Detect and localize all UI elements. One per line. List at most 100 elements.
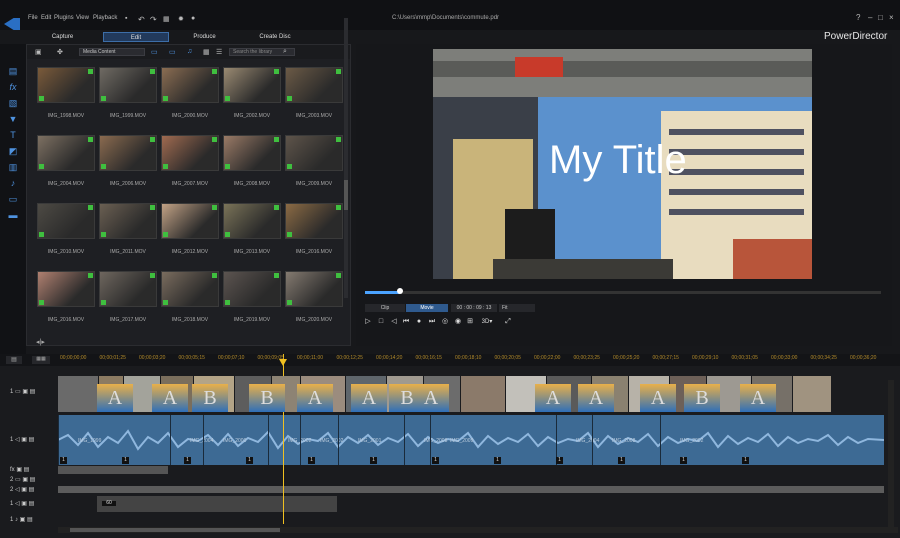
library-thumbnail[interactable] (223, 271, 281, 307)
library-thumbnail[interactable] (99, 203, 157, 239)
transition-tile[interactable]: A (578, 384, 614, 412)
3d-toggle[interactable]: 3D▾ (480, 318, 494, 326)
help-button[interactable]: ? (856, 13, 860, 22)
particle-room-icon[interactable]: ▼ (8, 114, 18, 124)
library-thumbnail[interactable] (99, 135, 157, 171)
title-room-icon[interactable]: T (8, 130, 18, 140)
timeline-vertical-scrollbar[interactable] (888, 380, 894, 530)
clip-mode-button[interactable]: Clip (365, 304, 405, 312)
library-scrollbar[interactable] (344, 18, 348, 298)
transition-tile[interactable]: B (684, 384, 720, 412)
list-view-icon[interactable]: ☰ (216, 48, 222, 56)
timecode-display[interactable]: 00 : 00 : 09 : 13 (451, 304, 497, 312)
menu-file[interactable]: File (28, 15, 38, 21)
subtitle-room-icon[interactable]: ▬ (8, 210, 18, 220)
snapshot-icon[interactable]: ◎ (441, 318, 449, 326)
preview-progress-knob[interactable] (397, 288, 403, 294)
undock-icon[interactable]: ⊞ (466, 318, 474, 326)
grid-view-icon[interactable]: ▦ (203, 48, 210, 56)
fullscreen-icon[interactable]: ⤢ (504, 318, 512, 326)
previous-frame-icon[interactable]: ◁ (390, 318, 398, 326)
transition-tile[interactable]: A (152, 384, 188, 412)
menu-plugins[interactable]: Plugins (54, 15, 74, 21)
video-clip[interactable] (793, 376, 831, 412)
volume-icon[interactable]: ◉ (454, 318, 462, 326)
library-thumbnail[interactable] (285, 271, 343, 307)
play-icon[interactable]: ▷ (364, 318, 372, 326)
info-icon[interactable]: ● (191, 15, 195, 22)
timeline-scroll-thumb[interactable] (70, 528, 280, 532)
close-button[interactable]: × (889, 13, 894, 22)
timeline-view-icon[interactable]: ▤ (6, 356, 22, 364)
library-thumbnail[interactable] (99, 67, 157, 103)
pip-room-icon[interactable]: ▧ (8, 98, 18, 108)
next-icon[interactable]: ⏭ (428, 318, 436, 326)
transition-tile[interactable]: A (413, 384, 449, 412)
transition-tile[interactable]: A (535, 384, 571, 412)
transition-tile[interactable]: A (97, 384, 133, 412)
menu-playback[interactable]: Playback (93, 15, 117, 21)
plugin-icon[interactable]: ✤ (57, 48, 63, 56)
chapter-room-icon[interactable]: ▭ (8, 194, 18, 204)
preview-progress-bar[interactable] (365, 291, 881, 294)
movie-mode-button[interactable]: Movie (406, 304, 448, 312)
voiceover-icon[interactable]: ♪ (8, 178, 18, 188)
import-icon[interactable]: ▣ (35, 48, 42, 56)
music-track-clip[interactable] (58, 486, 884, 493)
transition-tile[interactable]: A (297, 384, 333, 412)
tab-capture[interactable]: Capture (30, 32, 95, 42)
library-thumbnail[interactable] (285, 67, 343, 103)
video-clip[interactable] (58, 376, 98, 412)
tab-create-disc[interactable]: Create Disc (240, 32, 310, 42)
library-filter-dropdown[interactable]: Media Content (79, 48, 145, 56)
transition-tile[interactable]: A (740, 384, 776, 412)
tab-produce[interactable]: Produce (172, 32, 237, 42)
settings-icon[interactable]: ✹ (178, 15, 184, 23)
image-filter-icon[interactable]: ▭ (169, 48, 176, 56)
library-thumbnail[interactable] (37, 135, 95, 171)
transition-tile[interactable]: B (192, 384, 228, 412)
tab-edit[interactable]: Edit (103, 32, 169, 42)
transition-room-icon[interactable]: ◩ (8, 146, 18, 156)
fx-room-icon[interactable]: fx (8, 82, 18, 92)
minimize-button[interactable]: – (868, 13, 872, 22)
library-thumbnail[interactable] (37, 203, 95, 239)
library-thumbnail[interactable] (99, 271, 157, 307)
voice-track-clip[interactable] (97, 496, 337, 512)
library-thumbnail[interactable] (223, 203, 281, 239)
transition-tile[interactable]: A (351, 384, 387, 412)
library-thumbnail[interactable] (161, 203, 219, 239)
split-icon[interactable]: ◂|▸ (36, 338, 45, 346)
library-thumbnail[interactable] (161, 135, 219, 171)
video-clip[interactable] (461, 376, 505, 412)
zoom-dropdown[interactable]: Fit (499, 304, 535, 312)
library-scroll-thumb[interactable] (344, 180, 348, 210)
audio-filter-icon[interactable]: ♫ (187, 48, 192, 56)
stop-icon[interactable]: □ (377, 318, 385, 326)
transition-tile[interactable]: B (249, 384, 285, 412)
record-icon[interactable]: ● (415, 318, 423, 326)
menu-edit[interactable]: Edit (41, 15, 51, 21)
library-thumbnail[interactable] (161, 271, 219, 307)
save-icon[interactable]: ▪ (125, 15, 127, 22)
undo-icon[interactable]: ↶ (138, 15, 145, 24)
library-thumbnail[interactable] (37, 67, 95, 103)
timeline-ruler[interactable] (0, 354, 900, 366)
video-filter-icon[interactable]: ▭ (151, 48, 158, 56)
fx-track-clip[interactable] (58, 466, 168, 474)
library-thumbnail[interactable] (223, 135, 281, 171)
library-thumbnail[interactable] (285, 135, 343, 171)
redo-icon[interactable]: ↷ (150, 15, 157, 24)
library-thumbnail[interactable] (161, 67, 219, 103)
maximize-button[interactable]: □ (878, 13, 883, 22)
prev-icon[interactable]: ⏮ (402, 318, 410, 326)
search-icon[interactable]: ⌕ (283, 48, 287, 56)
preview-title-text[interactable]: My Title (549, 138, 687, 183)
library-thumbnail[interactable] (37, 271, 95, 307)
media-room-icon[interactable]: ▤ (8, 66, 18, 76)
grid-icon[interactable]: ▦ (163, 15, 170, 23)
transition-tile[interactable]: A (640, 384, 676, 412)
library-thumbnail[interactable] (223, 67, 281, 103)
audio-mixing-icon[interactable]: ▥ (8, 162, 18, 172)
menu-view[interactable]: View (76, 15, 89, 21)
